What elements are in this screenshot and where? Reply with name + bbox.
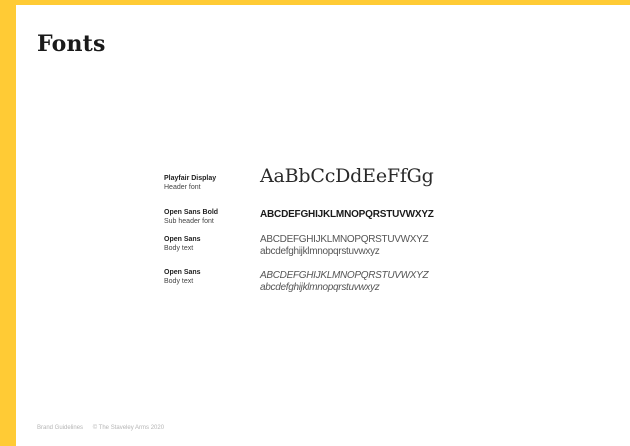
font-name: Open Sans — [164, 236, 201, 243]
font-role: Body text — [164, 278, 194, 285]
font-sample-uppercase: ABCDEFGHIJKLMNOPQRSTUVWXYZ — [260, 270, 429, 281]
page-footer: Brand Guidelines © The Staveley Arms 202… — [37, 425, 164, 431]
font-role: Header font — [164, 184, 201, 191]
page-title: Fonts — [37, 31, 106, 57]
font-sample-lowercase: abcdefghijklmnopqrstuvwxyz — [260, 282, 380, 293]
font-sample: AaBbCcDdEeFfGg — [260, 165, 434, 187]
font-sample-lowercase: abcdefghijklmnopqrstuvwxyz — [260, 246, 380, 257]
footer-copyright: © The Staveley Arms 2020 — [92, 425, 165, 431]
footer-label: Brand Guidelines — [37, 425, 84, 431]
font-role: Body text — [164, 245, 194, 252]
font-name: Playfair Display — [164, 175, 217, 182]
font-name: Open Sans Bold — [164, 209, 219, 216]
font-name: Open Sans — [164, 269, 201, 276]
page-sheet: Fonts Playfair Display Header font AaBbC… — [16, 5, 630, 446]
font-sample: ABCDEFGHIJKLMNOPQRSTUVWXYZ — [260, 209, 434, 220]
font-sample-uppercase: ABCDEFGHIJKLMNOPQRSTUVWXYZ — [260, 234, 429, 245]
font-role: Sub header font — [164, 218, 214, 225]
